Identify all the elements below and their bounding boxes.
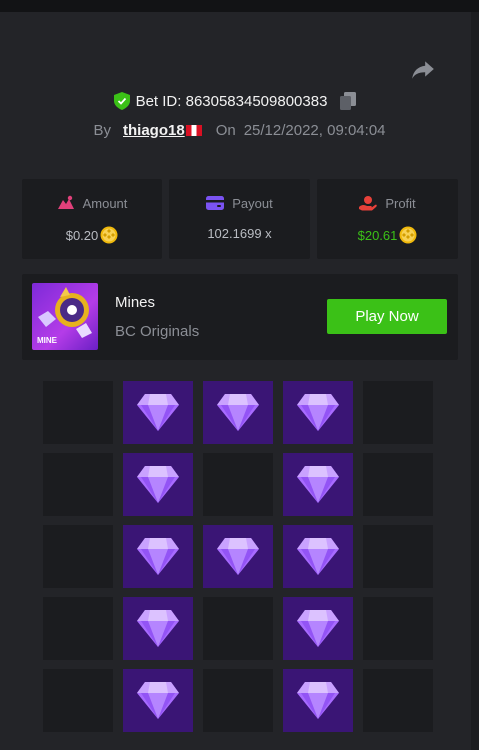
by-label: By	[93, 121, 111, 139]
profit-card: Profit $20.61	[317, 179, 458, 259]
thumbnail-label: MINE	[37, 336, 57, 345]
amount-icon	[57, 195, 74, 209]
share-icon[interactable]	[410, 56, 436, 82]
bet-id: Bet ID: 86305834509800383	[135, 92, 328, 110]
gem-tile	[283, 669, 353, 732]
empty-tile	[43, 525, 113, 588]
amount-card: Amount $0.20	[22, 179, 162, 259]
gem-icon	[137, 610, 179, 647]
wallet-icon	[206, 196, 225, 210]
gem-tile	[123, 669, 193, 732]
on-label: On	[215, 121, 236, 139]
bet-datetime: 25/12/2022, 09:04:04	[243, 121, 386, 139]
bnb-coin-icon	[100, 226, 118, 244]
bet-stats: Amount $0.20 Payout 102.1699 x Profit $2…	[22, 179, 458, 259]
gem-icon	[297, 682, 339, 719]
empty-tile	[203, 597, 273, 660]
payout-label: Payout	[232, 195, 273, 211]
amount-label: Amount	[82, 195, 128, 211]
gem-tile	[283, 525, 353, 588]
game-provider: BC Originals	[115, 323, 200, 340]
peru-flag-icon	[185, 124, 202, 136]
gem-tile	[203, 381, 273, 444]
gem-icon	[297, 610, 339, 647]
gem-tile	[283, 381, 353, 444]
profit-icon	[359, 196, 378, 211]
gem-icon	[137, 394, 179, 431]
username[interactable]: thiago18	[123, 122, 185, 139]
gem-tile	[123, 381, 193, 444]
empty-tile	[43, 381, 113, 444]
empty-tile	[43, 453, 113, 516]
bet-author-row: By thiago18 On 25/12/2022, 09:04:04	[0, 119, 479, 141]
empty-tile	[203, 453, 273, 516]
username-link[interactable]: thiago18	[123, 122, 202, 139]
game-name: Mines	[115, 294, 156, 311]
gem-tile	[123, 597, 193, 660]
gem-icon	[297, 466, 339, 503]
empty-tile	[363, 525, 433, 588]
empty-tile	[363, 453, 433, 516]
gem-icon	[137, 538, 179, 575]
empty-tile	[43, 669, 113, 732]
amount-value: $0.20	[65, 227, 99, 243]
gem-icon	[217, 538, 259, 575]
gem-icon	[137, 466, 179, 503]
gem-tile	[123, 525, 193, 588]
payout-card: Payout 102.1699 x	[169, 179, 310, 259]
gem-tile	[283, 453, 353, 516]
bnb-coin-icon	[399, 226, 417, 244]
gem-icon	[297, 538, 339, 575]
empty-tile	[363, 597, 433, 660]
gem-tile	[123, 453, 193, 516]
gem-icon	[297, 394, 339, 431]
empty-tile	[203, 669, 273, 732]
empty-tile	[43, 597, 113, 660]
top-bar	[0, 0, 479, 12]
gem-icon	[137, 682, 179, 719]
gem-tile	[283, 597, 353, 660]
gem-tile	[203, 525, 273, 588]
empty-tile	[363, 381, 433, 444]
payout-value: 102.1699 x	[207, 226, 272, 241]
play-now-button[interactable]: Play Now	[327, 299, 447, 334]
profit-label: Profit	[385, 195, 416, 211]
profit-value: $20.61	[357, 227, 398, 243]
gem-icon	[217, 394, 259, 431]
game-card: MINE Mines BC Originals Play Now	[22, 274, 458, 360]
bet-id-row: Bet ID: 86305834509800383	[0, 90, 471, 112]
verified-shield-icon	[113, 92, 130, 110]
mines-game-thumbnail[interactable]: MINE	[32, 283, 98, 350]
copy-icon[interactable]	[339, 92, 357, 110]
empty-tile	[363, 669, 433, 732]
mines-board	[43, 381, 433, 732]
